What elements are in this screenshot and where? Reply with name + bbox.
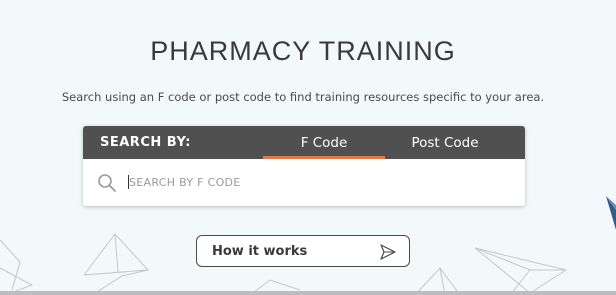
search-by-label: SEARCH BY: (100, 135, 191, 150)
send-arrow-icon (380, 244, 396, 260)
tab-post-code[interactable]: Post Code (389, 126, 501, 159)
search-input[interactable] (129, 169, 509, 195)
pharmacy-training-page: PHARMACY TRAINING Search using an F code… (0, 0, 616, 295)
tab-f-code[interactable]: F Code (263, 126, 385, 159)
text-cursor (128, 175, 129, 189)
how-it-works-label: How it works (212, 244, 308, 259)
how-it-works-button[interactable]: How it works (196, 235, 410, 267)
search-panel: SEARCH BY: F Code Post Code (83, 126, 525, 206)
page-title: PHARMACY TRAINING (150, 36, 456, 66)
search-icon (98, 174, 116, 192)
search-field (83, 159, 525, 206)
search-type-bar: SEARCH BY: F Code Post Code (83, 126, 525, 159)
page-subtitle: Search using an F code or post code to f… (61, 90, 545, 104)
bottom-divider (0, 291, 616, 295)
